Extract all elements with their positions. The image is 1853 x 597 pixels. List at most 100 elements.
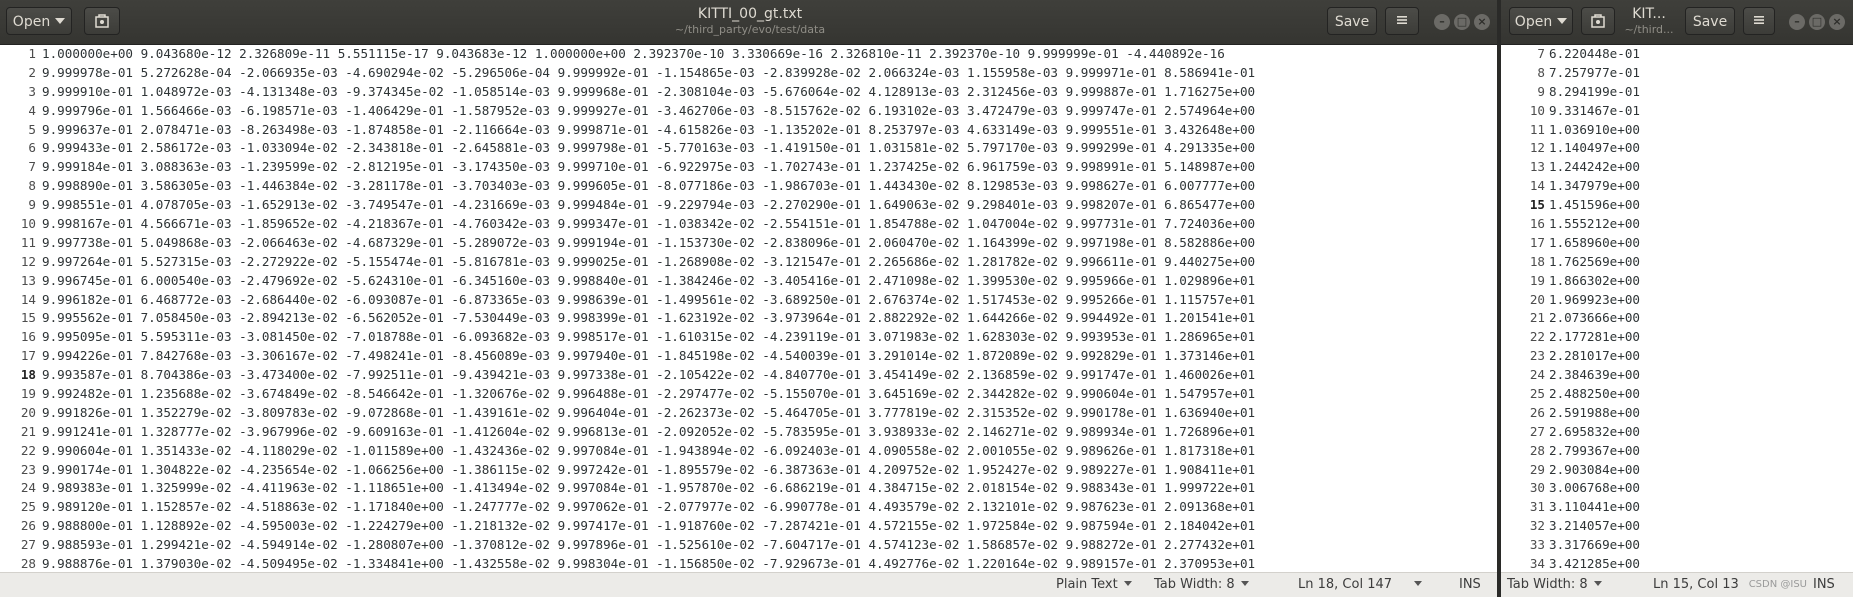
line-text[interactable]: 9.997738e-01 5.049868e-03 -2.066463e-02 … <box>42 235 1255 250</box>
line-text[interactable]: 2.384639e+00 <box>1549 367 1640 382</box>
text-line[interactable]: 26 2.591988e+00 <box>1501 404 1853 423</box>
line-text[interactable]: 1.866302e+00 <box>1549 273 1640 288</box>
line-text[interactable]: 1.969923e+00 <box>1549 292 1640 307</box>
text-line[interactable]: 11 9.997738e-01 5.049868e-03 -2.066463e-0… <box>0 234 1497 253</box>
text-line[interactable]: 7 6.220448e-01 <box>1501 45 1853 64</box>
line-text[interactable]: 7.257977e-01 <box>1549 65 1640 80</box>
line-text[interactable]: 9.992482e-01 1.235688e-02 -3.674849e-02 … <box>42 386 1255 401</box>
text-line[interactable]: 2 9.999978e-01 5.272628e-04 -2.066935e-03… <box>0 64 1497 83</box>
line-text[interactable]: 9.995562e-01 7.058450e-03 -2.894213e-02 … <box>42 310 1255 325</box>
line-text[interactable]: 9.988800e-01 1.128892e-02 -4.595003e-02 … <box>42 518 1255 533</box>
close-icon[interactable]: × <box>1474 14 1490 30</box>
text-line[interactable]: 15 9.995562e-01 7.058450e-03 -2.894213e-0… <box>0 309 1497 328</box>
text-line[interactable]: 25 9.989120e-01 1.152857e-02 -4.518863e-0… <box>0 498 1497 517</box>
open-button[interactable]: Open <box>6 7 72 35</box>
line-text[interactable]: 9.998167e-01 4.566671e-03 -1.859652e-02 … <box>42 216 1255 231</box>
minimize-icon[interactable]: – <box>1434 14 1450 30</box>
tab-width-selector[interactable]: Tab Width: 8 <box>1507 577 1602 592</box>
text-line[interactable]: 8 7.257977e-01 <box>1501 64 1853 83</box>
line-text[interactable]: 2.903084e+00 <box>1549 462 1640 477</box>
text-line[interactable]: 6 9.999433e-01 2.586172e-03 -1.033094e-02… <box>0 139 1497 158</box>
line-text[interactable]: 9.988593e-01 1.299421e-02 -4.594914e-02 … <box>42 537 1255 552</box>
line-text[interactable]: 1.000000e+00 9.043680e-12 2.326809e-11 5… <box>42 46 1225 61</box>
line-text[interactable]: 9.996182e-01 6.468772e-03 -2.686440e-02 … <box>42 292 1255 307</box>
text-line[interactable]: 28 9.988876e-01 1.379030e-02 -4.509495e-0… <box>0 555 1497 573</box>
line-text[interactable]: 9.998551e-01 4.078705e-03 -1.652913e-02 … <box>42 197 1255 212</box>
line-text[interactable]: 1.036910e+00 <box>1549 122 1640 137</box>
text-line[interactable]: 16 9.995095e-01 5.595311e-03 -3.081450e-0… <box>0 328 1497 347</box>
text-line[interactable]: 34 3.421285e+00 <box>1501 555 1853 573</box>
text-line[interactable]: 15 1.451596e+00 <box>1501 196 1853 215</box>
line-text[interactable]: 9.999796e-01 1.566466e-03 -6.198571e-03 … <box>42 103 1255 118</box>
text-editor[interactable]: 7 6.220448e-01 8 7.257977e-01 9 8.294199e-01 1… <box>1501 45 1853 573</box>
line-text[interactable]: 9.999978e-01 5.272628e-04 -2.066935e-03 … <box>42 65 1255 80</box>
line-text[interactable]: 9.990174e-01 1.304822e-02 -4.235654e-02 … <box>42 462 1255 477</box>
line-text[interactable]: 1.140497e+00 <box>1549 140 1640 155</box>
menu-button[interactable] <box>1385 7 1419 35</box>
text-line[interactable]: 11 1.036910e+00 <box>1501 121 1853 140</box>
line-text[interactable]: 9.999184e-01 3.088363e-03 -1.239599e-02 … <box>42 159 1255 174</box>
save-button[interactable]: Save <box>1327 7 1377 35</box>
text-line[interactable]: 32 3.214057e+00 <box>1501 517 1853 536</box>
line-text[interactable]: 9.998890e-01 3.586305e-03 -1.446384e-02 … <box>42 178 1255 193</box>
text-line[interactable]: 14 9.996182e-01 6.468772e-03 -2.686440e-0… <box>0 291 1497 310</box>
line-text[interactable]: 1.451596e+00 <box>1549 197 1640 212</box>
close-icon[interactable]: × <box>1829 14 1845 30</box>
line-text[interactable]: 2.695832e+00 <box>1549 424 1640 439</box>
line-text[interactable]: 1.658960e+00 <box>1549 235 1640 250</box>
text-line[interactable]: 17 1.658960e+00 <box>1501 234 1853 253</box>
line-text[interactable]: 9.991241e-01 1.328777e-02 -3.967996e-02 … <box>42 424 1255 439</box>
line-text[interactable]: 9.990604e-01 1.351433e-02 -4.118029e-02 … <box>42 443 1255 458</box>
text-line[interactable]: 31 3.110441e+00 <box>1501 498 1853 517</box>
tab-width-selector[interactable]: Tab Width: 8 <box>1154 577 1249 592</box>
text-line[interactable]: 9 8.294199e-01 <box>1501 83 1853 102</box>
line-text[interactable]: 8.294199e-01 <box>1549 84 1640 99</box>
text-line[interactable]: 25 2.488250e+00 <box>1501 385 1853 404</box>
open-button[interactable]: Open <box>1509 7 1573 35</box>
line-text[interactable]: 1.347979e+00 <box>1549 178 1640 193</box>
text-line[interactable]: 21 9.991241e-01 1.328777e-02 -3.967996e-0… <box>0 423 1497 442</box>
line-text[interactable]: 9.997264e-01 5.527315e-03 -2.272922e-02 … <box>42 254 1255 269</box>
line-text[interactable]: 9.988876e-01 1.379030e-02 -4.509495e-02 … <box>42 556 1255 571</box>
text-line[interactable]: 7 9.999184e-01 3.088363e-03 -1.239599e-02… <box>0 158 1497 177</box>
text-line[interactable]: 13 9.996745e-01 6.000540e-03 -2.479692e-0… <box>0 272 1497 291</box>
line-text[interactable]: 9.996745e-01 6.000540e-03 -2.479692e-02 … <box>42 273 1255 288</box>
text-line[interactable]: 5 9.999637e-01 2.078471e-03 -8.263498e-03… <box>0 121 1497 140</box>
maximize-icon[interactable]: □ <box>1809 14 1825 30</box>
save-button[interactable]: Save <box>1685 7 1735 35</box>
line-text[interactable]: 1.762569e+00 <box>1549 254 1640 269</box>
line-text[interactable]: 9.999637e-01 2.078471e-03 -8.263498e-03 … <box>42 122 1255 137</box>
browse-documents-button[interactable] <box>1581 7 1615 35</box>
line-text[interactable]: 9.331467e-01 <box>1549 103 1640 118</box>
text-line[interactable]: 21 2.073666e+00 <box>1501 309 1853 328</box>
text-line[interactable]: 18 1.762569e+00 <box>1501 253 1853 272</box>
text-line[interactable]: 12 9.997264e-01 5.527315e-03 -2.272922e-0… <box>0 253 1497 272</box>
text-line[interactable]: 26 9.988800e-01 1.128892e-02 -4.595003e-0… <box>0 517 1497 536</box>
text-line[interactable]: 22 9.990604e-01 1.351433e-02 -4.118029e-0… <box>0 442 1497 461</box>
text-line[interactable]: 18 9.993587e-01 8.704386e-03 -3.473400e-0… <box>0 366 1497 385</box>
text-line[interactable]: 27 2.695832e+00 <box>1501 423 1853 442</box>
language-selector[interactable]: Plain Text <box>1056 577 1132 592</box>
text-line[interactable]: 20 1.969923e+00 <box>1501 291 1853 310</box>
text-editor[interactable]: 1 1.000000e+00 9.043680e-12 2.326809e-11 … <box>0 45 1497 573</box>
line-text[interactable]: 9.991826e-01 1.352279e-02 -3.809783e-02 … <box>42 405 1255 420</box>
text-line[interactable]: 30 3.006768e+00 <box>1501 479 1853 498</box>
menu-button[interactable] <box>1743 7 1775 35</box>
text-line[interactable]: 22 2.177281e+00 <box>1501 328 1853 347</box>
text-line[interactable]: 19 1.866302e+00 <box>1501 272 1853 291</box>
line-text[interactable]: 2.799367e+00 <box>1549 443 1640 458</box>
line-text[interactable]: 3.421285e+00 <box>1549 556 1640 571</box>
text-line[interactable]: 33 3.317669e+00 <box>1501 536 1853 555</box>
line-text[interactable]: 3.110441e+00 <box>1549 499 1640 514</box>
line-text[interactable]: 9.994226e-01 7.842768e-03 -3.306167e-02 … <box>42 348 1255 363</box>
text-line[interactable]: 28 2.799367e+00 <box>1501 442 1853 461</box>
text-line[interactable]: 27 9.988593e-01 1.299421e-02 -4.594914e-0… <box>0 536 1497 555</box>
line-text[interactable]: 3.214057e+00 <box>1549 518 1640 533</box>
text-line[interactable]: 16 1.555212e+00 <box>1501 215 1853 234</box>
line-text[interactable]: 2.177281e+00 <box>1549 329 1640 344</box>
line-text[interactable]: 3.317669e+00 <box>1549 537 1640 552</box>
text-line[interactable]: 10 9.331467e-01 <box>1501 102 1853 121</box>
line-text[interactable]: 9.989120e-01 1.152857e-02 -4.518863e-02 … <box>42 499 1255 514</box>
browse-documents-button[interactable] <box>84 7 120 35</box>
text-line[interactable]: 19 9.992482e-01 1.235688e-02 -3.674849e-0… <box>0 385 1497 404</box>
